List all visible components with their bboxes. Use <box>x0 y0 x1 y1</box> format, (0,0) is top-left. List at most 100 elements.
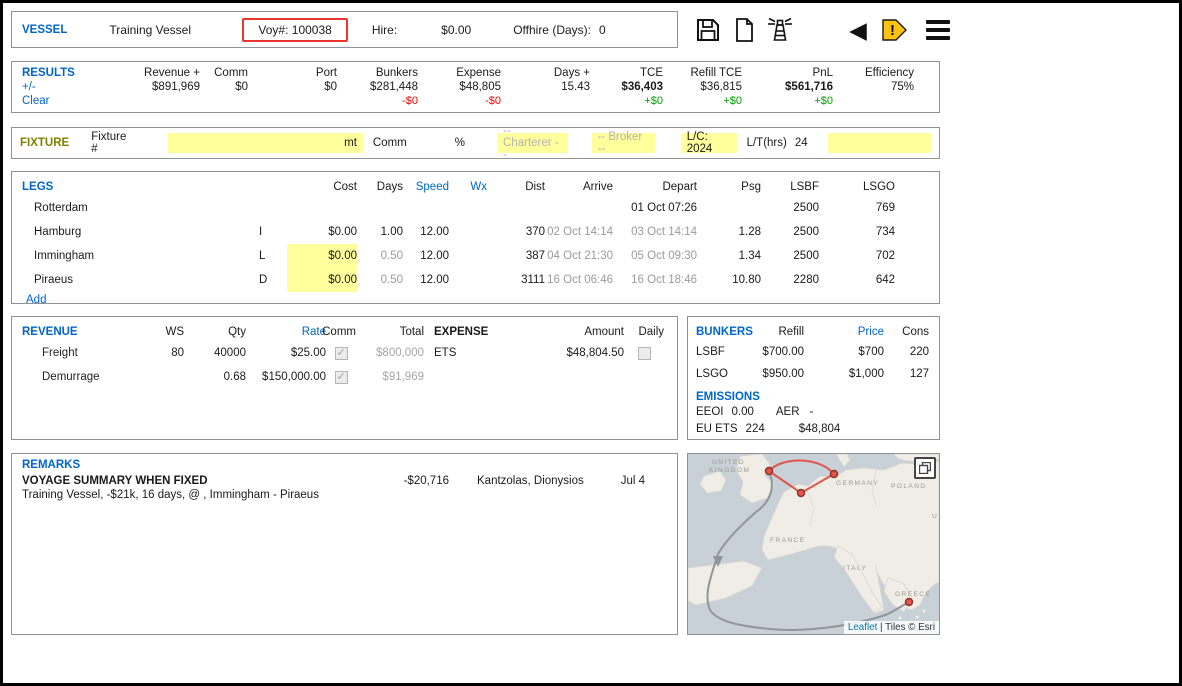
results-revenue-value: $891,969 <box>92 80 200 94</box>
demurrage-comm-checkbox[interactable] <box>335 371 348 384</box>
results-col-expense: Expense $48,805 -$0 <box>418 66 501 112</box>
laycan-field[interactable]: L/C: 2024 <box>681 133 737 153</box>
map-canvas[interactable]: UNITED KINGDOM GERMANY POLAND FRANCE ITA… <box>688 454 939 634</box>
map-marker-hamburg[interactable] <box>831 471 838 478</box>
leg-port-name[interactable]: Immingham <box>22 244 247 268</box>
leg-cost[interactable]: $0.00 <box>287 244 357 268</box>
fixture-comm-label: Comm <box>373 137 407 149</box>
results-refill-tce-label: Refill TCE <box>663 66 742 80</box>
leg-port-name[interactable]: Rotterdam <box>22 196 247 220</box>
results-efficiency-label: Efficiency <box>833 66 914 80</box>
leg-days[interactable]: 0.50 <box>357 244 403 268</box>
results-plus-minus-toggle[interactable]: +/- <box>22 80 92 94</box>
leg-cost[interactable]: $0.00 <box>287 268 357 292</box>
revenue-header-rate[interactable]: Rate <box>246 323 326 341</box>
leg-speed[interactable]: 12.00 <box>403 244 449 268</box>
leg-cost[interactable] <box>287 196 357 220</box>
remark-summary-title[interactable]: VOYAGE SUMMARY WHEN FIXED <box>22 475 397 487</box>
results-revenue-label[interactable]: Revenue + <box>92 66 200 80</box>
save-icon[interactable] <box>693 15 723 45</box>
leaflet-link[interactable]: Leaflet <box>848 622 877 633</box>
leg-wx <box>449 196 487 220</box>
bunkers-panel: BUNKERS Refill Price Cons LSBF $700.00 $… <box>687 316 940 440</box>
results-days-label[interactable]: Days + <box>501 66 590 80</box>
legs-header-lsgo: LSGO <box>819 178 895 196</box>
revenue-header-qty: Qty <box>184 323 246 341</box>
bunker-price-value[interactable]: $700 <box>804 341 884 363</box>
bunkers-header-price[interactable]: Price <box>804 323 884 341</box>
legs-header-wx[interactable]: Wx <box>449 178 487 196</box>
bunker-refill-value[interactable]: $950.00 <box>746 363 804 385</box>
revenue-qty-value[interactable]: 0.68 <box>184 365 246 389</box>
map-marker-piraeus[interactable] <box>906 599 913 606</box>
fixture-title: FIXTURE <box>20 137 69 149</box>
legs-panel: LEGS Cost Days Speed Wx Dist Arrive Depa… <box>11 171 940 304</box>
leg-type[interactable]: I <box>247 220 287 244</box>
legs-header-arrive: Arrive <box>545 178 613 196</box>
laytime-hours-value[interactable]: 24 <box>795 137 808 149</box>
leg-port-name[interactable]: Hamburg <box>22 220 247 244</box>
leg-days[interactable]: 1.00 <box>357 220 403 244</box>
revenue-qty-value[interactable]: 40000 <box>184 341 246 365</box>
bunker-price-value[interactable]: $1,000 <box>804 363 884 385</box>
add-leg-link[interactable]: Add <box>26 294 46 306</box>
leg-speed[interactable]: 12.00 <box>403 220 449 244</box>
leg-depart: 05 Oct 09:30 <box>613 244 697 268</box>
expense-header-daily: Daily <box>624 323 664 341</box>
results-clear-link[interactable]: Clear <box>22 94 92 108</box>
map-marker-rotterdam[interactable] <box>798 490 805 497</box>
leg-psg: 1.34 <box>697 244 761 268</box>
freight-comm-checkbox[interactable] <box>335 347 348 360</box>
revenue-row-label: Freight <box>22 341 142 365</box>
remark-author: Kantzolas, Dionysios <box>477 475 584 487</box>
leg-days[interactable] <box>357 196 403 220</box>
quantity-input[interactable]: mt <box>168 133 363 153</box>
results-expense-sub: -$0 <box>418 94 501 108</box>
attribution-separator: | <box>877 622 885 633</box>
ets-daily-checkbox[interactable] <box>638 347 651 360</box>
leg-cost[interactable]: $0.00 <box>287 220 357 244</box>
legs-header-depart: Depart <box>613 178 697 196</box>
charterer-select[interactable]: -- Charterer -- <box>497 133 568 153</box>
leg-speed[interactable]: 12.00 <box>403 268 449 292</box>
revenue-rate-value[interactable]: $150,000.00 <box>246 365 326 389</box>
lighthouse-icon[interactable] <box>765 15 795 45</box>
leg-dist: 370 <box>487 220 545 244</box>
expense-header-amount: Amount <box>479 323 624 341</box>
eu-ets-cost: $48,804 <box>799 423 841 435</box>
fixture-percent-label: % <box>455 137 465 149</box>
offhire-days-value[interactable]: 0 <box>599 23 606 37</box>
map-marker-immingham[interactable] <box>766 468 773 475</box>
leg-type[interactable]: L <box>247 244 287 268</box>
copy-icon[interactable] <box>729 15 759 45</box>
bunker-refill-value[interactable]: $700.00 <box>746 341 804 363</box>
route-map[interactable]: UNITED KINGDOM GERMANY POLAND FRANCE ITA… <box>687 453 940 635</box>
results-col-comm: Comm $0 <box>200 66 248 112</box>
expense-amount-value[interactable]: $48,804.50 <box>479 341 624 365</box>
legs-header-cost: Cost <box>287 178 357 196</box>
leg-type[interactable]: D <box>247 268 287 292</box>
map-expand-button[interactable] <box>914 457 936 479</box>
back-icon[interactable]: ◀ <box>843 15 873 45</box>
fixture-extra-input[interactable] <box>828 133 931 153</box>
map-label-uk-line2: KINGDOM <box>709 467 750 474</box>
leg-lsbf: 2500 <box>761 220 819 244</box>
leg-days[interactable]: 0.50 <box>357 268 403 292</box>
revenue-rate-value[interactable]: $25.00 <box>246 341 326 365</box>
vessel-name-field[interactable]: Training Vessel <box>109 23 234 37</box>
revenue-ws-value[interactable] <box>142 365 184 389</box>
broker-select[interactable]: -- Broker -- <box>592 133 655 153</box>
leg-port-name[interactable]: Piraeus <box>22 268 247 292</box>
leg-speed[interactable] <box>403 196 449 220</box>
menu-icon[interactable] <box>923 15 953 45</box>
hire-value[interactable]: $0.00 <box>441 23 471 37</box>
revenue-ws-value[interactable]: 80 <box>142 341 184 365</box>
leg-lsgo: 734 <box>819 220 895 244</box>
voyage-number-box[interactable]: Voy#: 100038 <box>242 18 347 42</box>
map-label-uk-line1: UNITED <box>712 459 745 466</box>
results-col-tce: TCE $36,403 +$0 <box>590 66 663 112</box>
results-col-port: Port $0 <box>248 66 337 112</box>
alert-icon[interactable]: ! <box>879 15 909 45</box>
leg-depart[interactable]: 01 Oct 07:26 <box>613 196 697 220</box>
legs-header-speed[interactable]: Speed <box>403 178 449 196</box>
